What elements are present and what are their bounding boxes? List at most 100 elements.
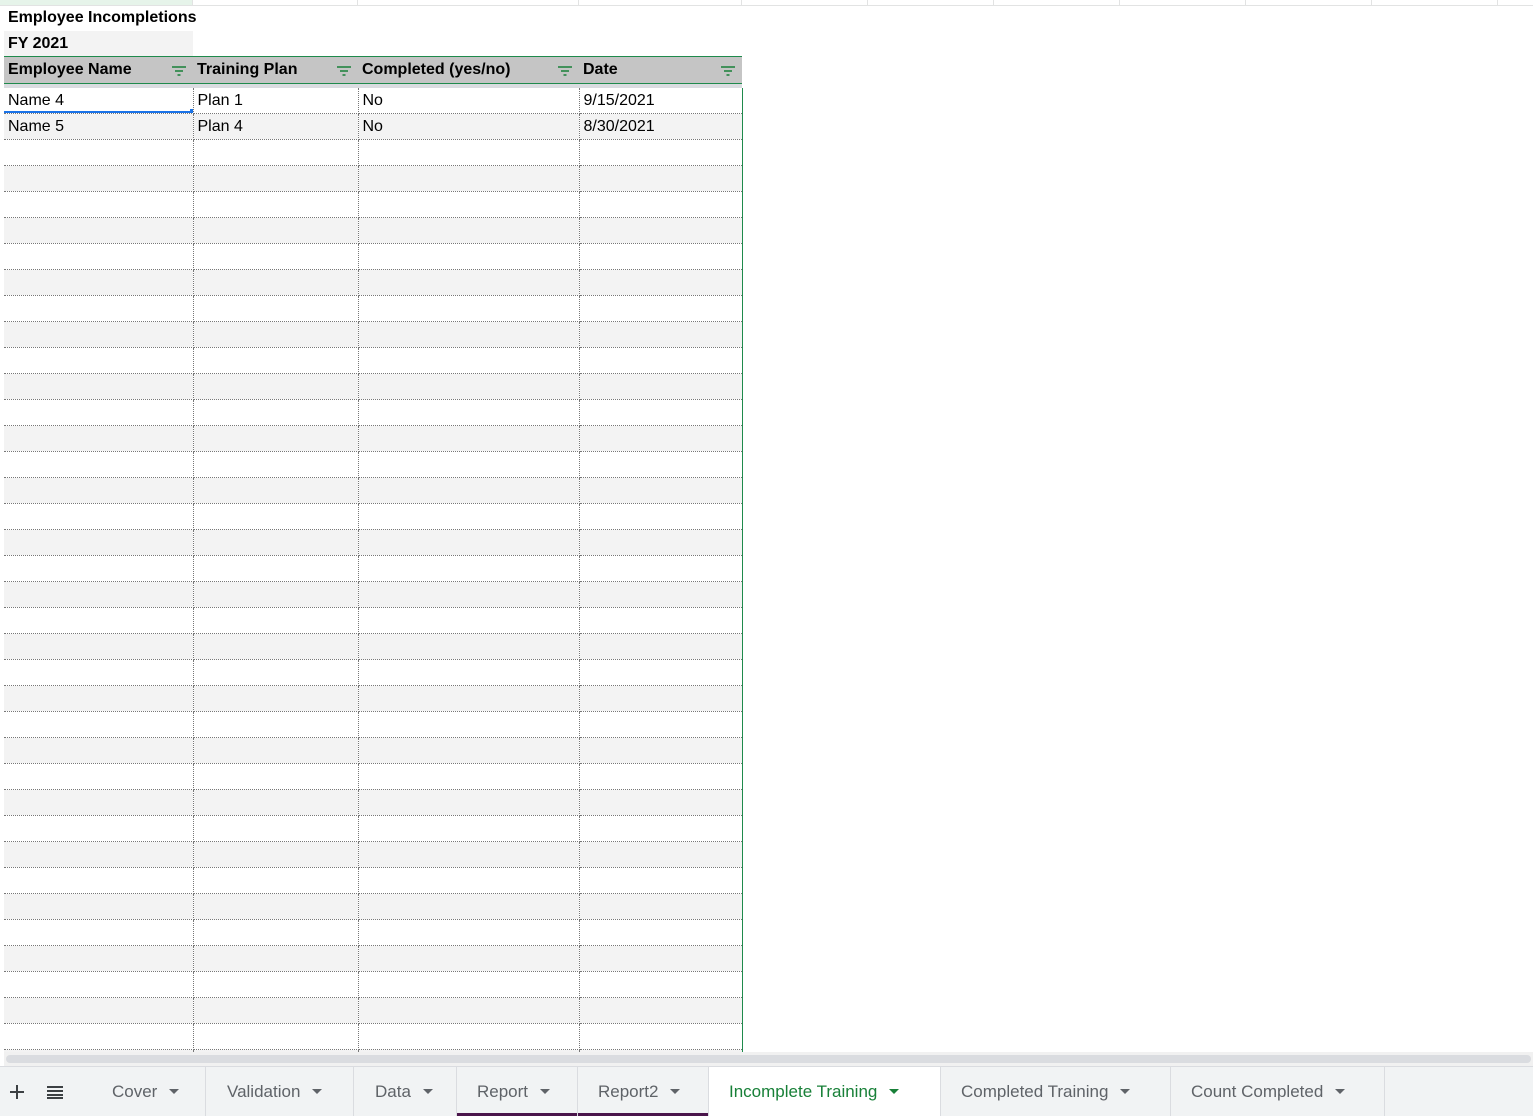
column-header-cell[interactable]: Date <box>579 56 742 84</box>
table-cell[interactable] <box>358 971 580 998</box>
column-header-e[interactable] <box>742 0 868 5</box>
table-cell[interactable] <box>193 815 359 842</box>
table-cell[interactable] <box>4 659 194 686</box>
table-cell[interactable] <box>193 217 359 244</box>
table-cell[interactable] <box>579 607 743 634</box>
table-cell[interactable] <box>4 971 194 998</box>
caret-down-icon[interactable] <box>1120 1089 1131 1094</box>
table-cell[interactable] <box>4 893 194 920</box>
table-cell[interactable] <box>193 737 359 764</box>
table-cell[interactable] <box>579 243 743 270</box>
table-cell[interactable] <box>579 477 743 504</box>
scrollbar-thumb[interactable] <box>6 1055 1531 1063</box>
table-cell[interactable] <box>4 789 194 816</box>
column-header-cell[interactable]: Training Plan <box>193 56 358 84</box>
table-cell[interactable] <box>4 815 194 842</box>
table-cell[interactable] <box>4 685 194 712</box>
table-cell[interactable] <box>579 685 743 712</box>
column-header-d[interactable] <box>579 0 742 5</box>
table-cell[interactable] <box>4 529 194 556</box>
sheet-title[interactable]: Employee Incompletions <box>8 9 196 27</box>
sheet-tab-incomplete-training[interactable]: Incomplete Training <box>709 1067 941 1116</box>
table-cell[interactable] <box>358 893 580 920</box>
table-cell[interactable] <box>193 373 359 400</box>
table-cell[interactable] <box>358 295 580 322</box>
caret-down-icon[interactable] <box>422 1089 433 1094</box>
table-cell[interactable] <box>579 815 743 842</box>
table-cell[interactable] <box>193 191 359 218</box>
table-cell[interactable] <box>579 529 743 556</box>
table-cell[interactable] <box>193 425 359 452</box>
table-cell[interactable] <box>4 607 194 634</box>
table-cell[interactable] <box>358 659 580 686</box>
table-cell[interactable] <box>358 789 580 816</box>
table-cell[interactable] <box>579 919 743 946</box>
table-cell[interactable] <box>358 269 580 296</box>
table-cell[interactable] <box>358 841 580 868</box>
table-cell[interactable] <box>193 945 359 972</box>
table-cell[interactable] <box>193 321 359 348</box>
sheet-tab-report2[interactable]: Report2 <box>578 1067 709 1116</box>
caret-down-icon[interactable] <box>1335 1089 1346 1094</box>
table-cell[interactable] <box>358 1023 580 1050</box>
table-cell[interactable] <box>579 217 743 244</box>
table-cell[interactable] <box>358 503 580 530</box>
sheet-tab-count-completed[interactable]: Count Completed <box>1171 1067 1385 1116</box>
column-header-cell[interactable]: Completed (yes/no) <box>358 56 579 84</box>
column-header-j[interactable] <box>1372 0 1498 5</box>
table-cell[interactable] <box>4 737 194 764</box>
table-cell[interactable] <box>193 971 359 998</box>
table-cell[interactable] <box>193 607 359 634</box>
table-cell[interactable] <box>358 165 580 192</box>
table-cell[interactable] <box>4 503 194 530</box>
sheet-tab-completed-training[interactable]: Completed Training <box>941 1067 1171 1116</box>
table-cell[interactable] <box>4 373 194 400</box>
table-cell[interactable] <box>4 191 194 218</box>
table-cell[interactable] <box>358 321 580 348</box>
fill-handle[interactable] <box>188 108 192 113</box>
table-cell[interactable] <box>4 399 194 426</box>
table-cell[interactable] <box>193 893 359 920</box>
table-cell[interactable] <box>193 243 359 270</box>
table-cell[interactable] <box>579 451 743 478</box>
table-cell[interactable] <box>193 269 359 296</box>
caret-down-icon[interactable] <box>169 1089 180 1094</box>
table-cell[interactable]: No <box>358 113 580 140</box>
table-cell[interactable] <box>193 139 359 166</box>
table-cell[interactable] <box>193 789 359 816</box>
table-cell[interactable] <box>358 399 580 426</box>
table-cell[interactable] <box>579 555 743 582</box>
table-cell[interactable] <box>358 529 580 556</box>
all-sheets-button[interactable] <box>42 1067 68 1116</box>
caret-down-icon[interactable] <box>312 1089 323 1094</box>
table-cell[interactable] <box>579 347 743 374</box>
filter-icon[interactable] <box>557 64 573 82</box>
column-header-c[interactable] <box>358 0 579 5</box>
table-cell[interactable] <box>579 971 743 998</box>
selected-cell[interactable]: Name 4 <box>4 88 194 114</box>
filter-icon[interactable] <box>171 64 187 82</box>
table-cell[interactable] <box>193 867 359 894</box>
table-cell[interactable]: Name 5 <box>4 113 194 140</box>
table-cell[interactable]: 8/30/2021 <box>579 113 743 140</box>
table-cell[interactable] <box>579 321 743 348</box>
sheet-tab-cover[interactable]: Cover <box>92 1067 206 1116</box>
table-cell[interactable] <box>579 893 743 920</box>
table-cell[interactable] <box>4 763 194 790</box>
table-cell[interactable] <box>358 945 580 972</box>
table-cell[interactable] <box>579 659 743 686</box>
table-cell[interactable] <box>4 633 194 660</box>
table-cell[interactable] <box>358 477 580 504</box>
table-cell[interactable] <box>193 659 359 686</box>
table-cell[interactable] <box>579 295 743 322</box>
column-header-cell[interactable]: Employee Name <box>4 56 193 84</box>
table-cell[interactable] <box>193 763 359 790</box>
table-cell[interactable] <box>358 737 580 764</box>
table-cell[interactable] <box>193 841 359 868</box>
table-cell[interactable] <box>4 321 194 348</box>
table-cell[interactable] <box>193 711 359 738</box>
table-cell[interactable] <box>4 269 194 296</box>
caret-down-icon[interactable] <box>889 1089 900 1094</box>
table-cell[interactable] <box>358 867 580 894</box>
column-header-i[interactable] <box>1246 0 1372 5</box>
